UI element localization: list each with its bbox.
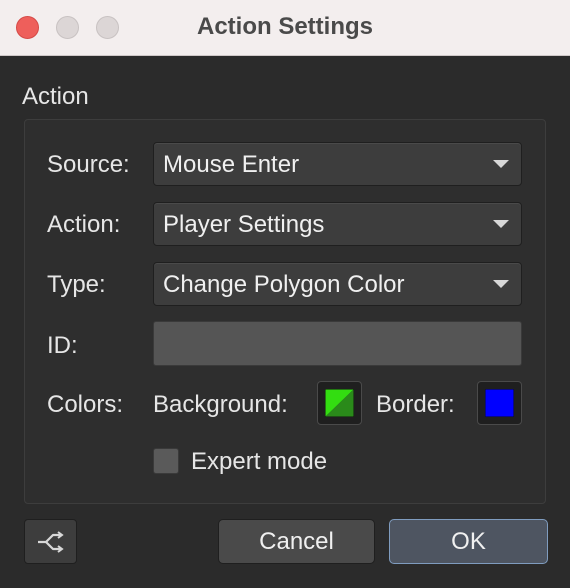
background-color-preview bbox=[325, 389, 354, 417]
section-label: Action bbox=[22, 83, 89, 110]
colors-label: Colors: bbox=[47, 391, 124, 418]
id-input[interactable] bbox=[153, 321, 522, 366]
type-select[interactable]: Change Polygon Color bbox=[153, 262, 522, 306]
background-color-swatch[interactable] bbox=[317, 381, 362, 425]
action-value: Player Settings bbox=[163, 211, 325, 238]
window-title: Action Settings bbox=[196, 13, 373, 40]
type-label: Type: bbox=[47, 271, 106, 298]
id-label: ID: bbox=[47, 332, 78, 359]
border-color-label: Border: bbox=[376, 391, 455, 418]
cancel-button[interactable]: Cancel bbox=[218, 519, 375, 564]
source-select[interactable]: Mouse Enter bbox=[153, 142, 522, 186]
background-color-label: Background: bbox=[153, 391, 288, 418]
route-icon bbox=[38, 531, 64, 553]
action-select[interactable]: Player Settings bbox=[153, 202, 522, 246]
title-bar: Action Settings bbox=[0, 0, 570, 56]
route-button[interactable] bbox=[24, 519, 77, 564]
source-label: Source: bbox=[47, 151, 130, 178]
action-label: Action: bbox=[47, 211, 121, 238]
border-color-preview bbox=[485, 389, 514, 417]
chevron-down-icon bbox=[493, 220, 509, 228]
source-value: Mouse Enter bbox=[163, 151, 300, 178]
chevron-down-icon bbox=[493, 160, 509, 168]
type-value: Change Polygon Color bbox=[163, 271, 405, 298]
ok-button[interactable]: OK bbox=[389, 519, 548, 564]
expert-mode-checkbox[interactable] bbox=[153, 448, 179, 474]
border-color-swatch[interactable] bbox=[477, 381, 522, 425]
chevron-down-icon bbox=[493, 280, 509, 288]
expert-mode-label[interactable]: Expert mode bbox=[191, 448, 327, 476]
